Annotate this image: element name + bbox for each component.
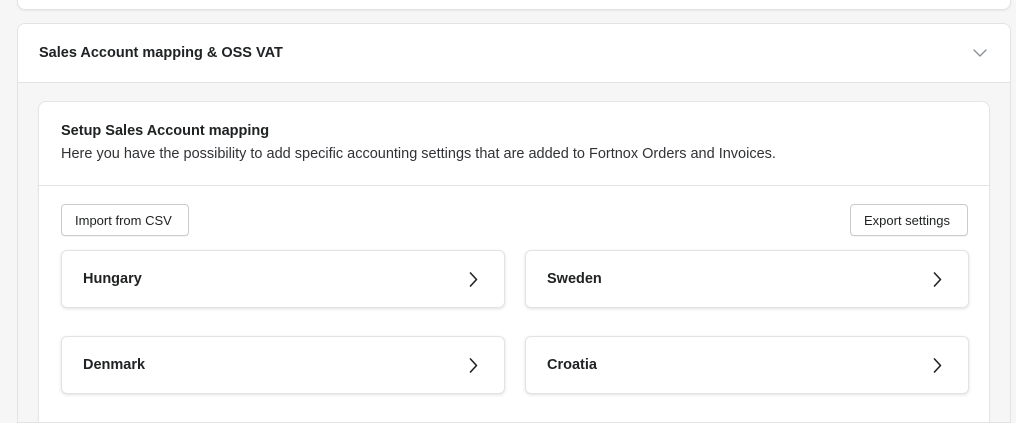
mapping-title: Setup Sales Account mapping [61,123,270,139]
chevron-down-icon[interactable] [972,45,988,61]
previous-section-card [17,0,1011,10]
country-label: Denmark [83,357,146,373]
section-header[interactable]: Sales Account mapping & OSS VAT [18,24,1010,83]
mapping-card-header: Setup Sales Account mapping Here you hav… [39,102,989,186]
chevron-right-icon [467,271,479,287]
country-item-hungary[interactable]: Hungary [61,250,505,308]
country-item-croatia[interactable]: Croatia [525,336,969,394]
country-item-sweden[interactable]: Sweden [525,250,969,308]
export-settings-button[interactable]: Export settings [850,204,968,236]
country-label: Hungary [83,271,142,287]
sales-account-mapping-section: Sales Account mapping & OSS VAT Setup Sa… [17,23,1011,423]
country-label: Croatia [547,357,597,373]
country-item-denmark[interactable]: Denmark [61,336,505,394]
chevron-right-icon [931,271,943,287]
import-csv-button[interactable]: Import from CSV [61,204,189,236]
country-label: Sweden [547,271,602,287]
chevron-right-icon [931,357,943,373]
chevron-right-icon [467,357,479,373]
mapping-card: Setup Sales Account mapping Here you hav… [38,101,990,422]
section-title: Sales Account mapping & OSS VAT [39,45,283,61]
mapping-description: Here you have the possibility to add spe… [61,146,776,162]
